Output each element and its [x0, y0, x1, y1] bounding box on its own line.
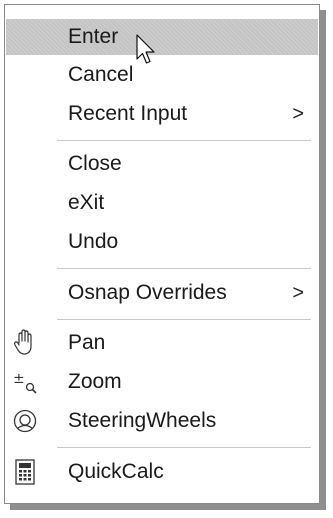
pan-hand-icon — [10, 328, 40, 358]
menu-item-label: SteeringWheels — [68, 409, 217, 432]
menu-item-steeringwheels[interactable]: SteeringWheels — [6, 403, 318, 439]
menu-item-label: Zoom — [68, 370, 122, 393]
menu-item-label: Recent Input — [68, 102, 188, 125]
menu-item-label: QuickCalc — [68, 460, 164, 483]
menu-item-label: Close — [68, 152, 122, 175]
menu-separator — [57, 140, 311, 141]
mouse-pointer-icon — [136, 34, 155, 64]
menu-item-exit[interactable]: eXit — [6, 185, 318, 221]
menu-separator — [57, 268, 311, 269]
menu-item-label: Enter — [68, 25, 119, 48]
menu-item-pan[interactable]: Pan — [6, 325, 318, 361]
menu-item-close[interactable]: Close — [6, 146, 318, 182]
calculator-icon — [10, 457, 40, 487]
context-menu: Enter Cancel Recent Input > Close eXit U… — [4, 4, 320, 504]
steering-wheels-icon — [10, 406, 40, 436]
menu-separator — [57, 447, 311, 448]
submenu-arrow-icon: > — [292, 102, 304, 125]
menu-item-label: Osnap Overrides — [68, 281, 227, 304]
svg-text:±: ± — [13, 371, 25, 387]
menu-item-undo[interactable]: Undo — [6, 224, 318, 260]
menu-item-zoom[interactable]: ± Zoom — [6, 364, 318, 400]
zoom-icon: ± — [10, 367, 40, 397]
menu-separator — [57, 319, 311, 320]
menu-item-quickcalc[interactable]: QuickCalc — [6, 454, 318, 490]
menu-item-label: Pan — [68, 331, 106, 354]
menu-item-cancel[interactable]: Cancel — [6, 57, 318, 93]
menu-item-osnap-overrides[interactable]: Osnap Overrides > — [6, 275, 318, 311]
context-menu-frame: Enter Cancel Recent Input > Close eXit U… — [0, 0, 333, 518]
menu-item-label: Undo — [68, 230, 119, 253]
submenu-arrow-icon: > — [292, 281, 304, 304]
menu-item-recent-input[interactable]: Recent Input > — [6, 96, 318, 132]
menu-item-label: eXit — [68, 191, 105, 214]
menu-item-label: Cancel — [68, 63, 134, 86]
menu-item-enter[interactable]: Enter — [6, 19, 318, 55]
